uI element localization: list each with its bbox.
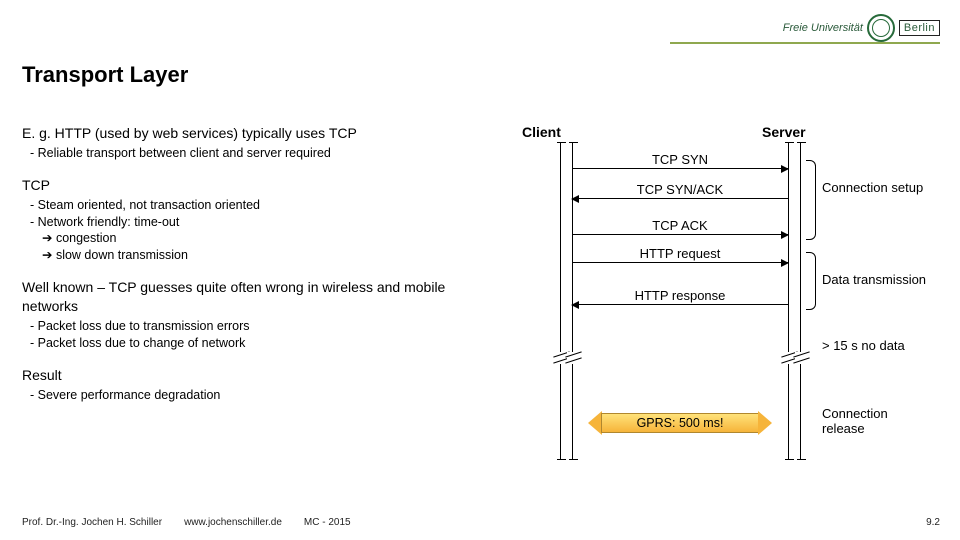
bullet: - Packet loss due to transmission errors xyxy=(30,318,502,335)
section-result: Result - Severe performance degradation xyxy=(22,366,502,404)
msg-http-request xyxy=(572,262,788,263)
server-label: Server xyxy=(762,124,806,140)
section-head: Result xyxy=(22,366,502,385)
section-head: Well known – TCP guesses quite often wro… xyxy=(22,278,502,316)
msg-label: HTTP request xyxy=(610,246,750,261)
footer-page: 9.2 xyxy=(926,517,940,528)
section-tcp: TCP - Steam oriented, not transaction or… xyxy=(22,176,502,264)
annotation: Data transmission xyxy=(822,272,932,287)
gprs-latency-arrow: GPRS: 500 ms! xyxy=(588,411,772,435)
arrow-left-icon xyxy=(588,411,602,435)
msg-label: TCP SYN xyxy=(610,152,750,167)
footer-url: www.jochenschiller.de xyxy=(184,517,282,528)
time-gap-icon xyxy=(567,352,580,364)
msg-label: TCP SYN/ACK xyxy=(610,182,750,197)
annotation: > 15 s no data xyxy=(822,338,932,353)
gprs-label: GPRS: 500 ms! xyxy=(601,413,759,433)
section-http: E. g. HTTP (used by web services) typica… xyxy=(22,124,502,162)
section-head: TCP xyxy=(22,176,502,195)
slide-title: Transport Layer xyxy=(22,62,188,88)
university-seal-icon xyxy=(867,14,895,42)
section-wireless: Well known – TCP guesses quite often wro… xyxy=(22,278,502,352)
footer-course: MC - 2015 xyxy=(304,517,351,528)
footer-author: Prof. Dr.-Ing. Jochen H. Schiller xyxy=(22,517,162,528)
msg-synack xyxy=(572,198,788,199)
bullet: - Network friendly: time-out xyxy=(30,214,502,231)
msg-label: TCP ACK xyxy=(610,218,750,233)
time-gap-icon xyxy=(795,352,808,364)
university-logo: Freie Universität Berlin xyxy=(783,14,940,42)
bullet: - Severe performance degradation xyxy=(30,387,502,404)
msg-label: HTTP response xyxy=(610,288,750,303)
bullet: - Steam oriented, not transaction orient… xyxy=(30,197,502,214)
slide-body: E. g. HTTP (used by web services) typica… xyxy=(22,124,502,417)
server-lifeline xyxy=(788,142,789,460)
annotation: Connection setup xyxy=(822,180,932,195)
bullet: congestion xyxy=(42,230,502,247)
bullet: slow down transmission xyxy=(42,247,502,264)
bullet: - Packet loss due to change of network xyxy=(30,335,502,352)
client-label: Client xyxy=(522,124,561,140)
university-name: Freie Universität xyxy=(783,22,863,34)
msg-ack xyxy=(572,234,788,235)
section-head: E. g. HTTP (used by web services) typica… xyxy=(22,124,502,143)
header-divider xyxy=(670,42,940,44)
server-lifeline xyxy=(800,142,801,460)
msg-syn xyxy=(572,168,788,169)
msg-http-response xyxy=(572,304,788,305)
bullet: - Reliable transport between client and … xyxy=(30,145,502,162)
brace-conn-setup xyxy=(806,160,816,240)
arrow-right-icon xyxy=(758,411,772,435)
university-city: Berlin xyxy=(899,20,940,36)
client-lifeline xyxy=(560,142,561,460)
sequence-diagram: Client Server TCP SYN TCP SYN/ACK TCP AC… xyxy=(550,124,950,464)
annotation: Connection release xyxy=(822,406,932,436)
slide-footer: Prof. Dr.-Ing. Jochen H. Schiller www.jo… xyxy=(22,517,940,528)
brace-data-tx xyxy=(806,252,816,310)
